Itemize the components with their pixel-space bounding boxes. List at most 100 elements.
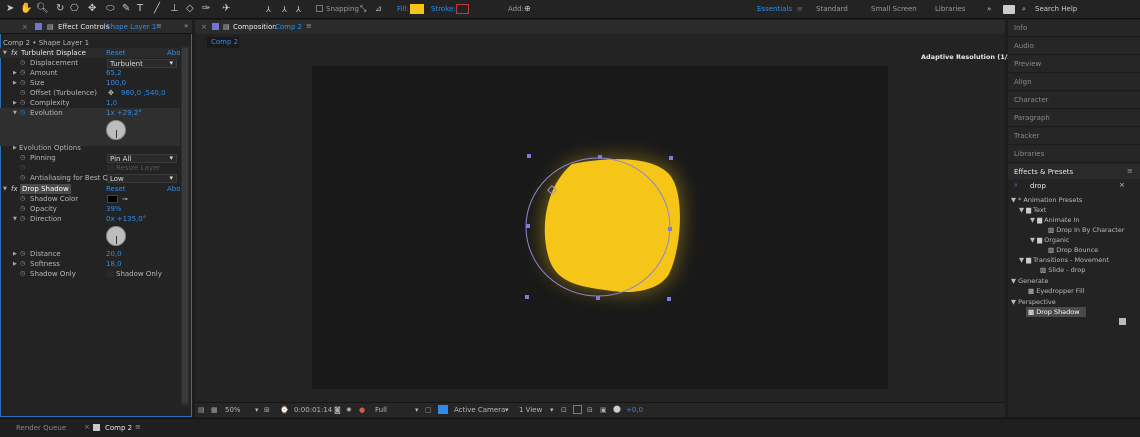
distance-value[interactable]: 20,0 (106, 249, 122, 259)
panel-libraries[interactable]: Libraries (1008, 146, 1140, 163)
expand-triangle-icon[interactable]: ▶ (13, 259, 17, 269)
tree-eyedropper-fill[interactable]: ▩ Eyedropper Fill (1028, 287, 1085, 295)
new-preset-icon[interactable] (1119, 318, 1126, 325)
panel-menu-icon[interactable]: ≡ (156, 22, 162, 30)
workspace-libraries[interactable]: Libraries (935, 5, 965, 13)
workspace-standard[interactable]: Standard (816, 5, 848, 13)
fill-label[interactable]: Fill: (397, 5, 409, 13)
toggle-3d-icon[interactable] (573, 405, 582, 414)
tree-generate[interactable]: ▼ Generate (1011, 277, 1048, 285)
direction-value[interactable]: 0x +135,0° (106, 214, 146, 224)
render-queue-tab[interactable]: Render Queue (16, 424, 66, 432)
tree-perspective[interactable]: ▼ Perspective (1011, 298, 1056, 306)
timecode-display[interactable]: 0:00:01:14 (294, 406, 332, 414)
tree-animate-in-folder[interactable]: ▼ ▆ Animate In (1030, 216, 1080, 224)
add-icon[interactable]: ⊕ (524, 4, 531, 13)
direction-dial[interactable] (106, 226, 126, 246)
show-channel-icon[interactable]: ● (359, 406, 365, 414)
collapse-triangle-icon[interactable]: ▼ (13, 108, 17, 118)
stopwatch-icon[interactable]: ◷ (20, 194, 25, 204)
search-help-icon[interactable]: ⌕ (1022, 5, 1026, 14)
panel-audio[interactable]: Audio (1008, 38, 1140, 55)
pen-tool-icon[interactable]: ✎ (122, 3, 130, 14)
collapse-triangle-icon[interactable]: ▼ (3, 184, 7, 194)
expand-triangle-icon[interactable]: ▶ (13, 78, 17, 88)
stopwatch-icon[interactable]: ◷ (20, 58, 25, 68)
snapping-options-icon[interactable]: ⊿ (375, 4, 382, 13)
axis-world-icon[interactable]: ⅄ (282, 5, 287, 14)
stopwatch-icon[interactable]: ◷ (20, 88, 25, 98)
effects-search-box[interactable]: ⌕ drop × (1008, 180, 1130, 192)
stopwatch-icon[interactable]: ◷ (20, 259, 25, 269)
snapping-checkbox[interactable] (316, 5, 323, 12)
panel-character[interactable]: Character (1008, 92, 1140, 109)
workspace-essentials[interactable]: Essentials (757, 5, 792, 13)
size-value[interactable]: 100,0 (106, 78, 126, 88)
zoom-dropdown[interactable]: 50% (225, 406, 241, 414)
rotate-tool-icon[interactable]: ↻ (56, 3, 64, 14)
drop-shadow-about-link[interactable]: Abo (167, 184, 181, 194)
effect-turbulent-displace[interactable]: ▼ fx Turbulent Displace Reset Abo (0, 48, 181, 58)
fill-color-swatch[interactable] (410, 4, 424, 14)
stopwatch-icon[interactable]: ◷ (20, 249, 25, 259)
stopwatch-icon[interactable]: ◷ (20, 204, 25, 214)
lock-tab-icon[interactable] (212, 23, 219, 30)
search-help-input[interactable]: Search Help (1035, 5, 1077, 13)
drop-shadow-reset-link[interactable]: Reset (106, 184, 126, 194)
evolution-value[interactable]: 1x +29,2° (106, 108, 142, 118)
comp-2-timeline-tab[interactable]: Comp 2 (105, 424, 132, 432)
type-tool-icon[interactable]: T (137, 3, 143, 14)
close-tab-icon[interactable]: × (201, 23, 207, 31)
lock-tab-icon[interactable] (35, 23, 42, 30)
turbulent-about-link[interactable]: Abo (167, 48, 181, 58)
shadow-color-swatch[interactable] (107, 195, 118, 203)
roto-brush-tool-icon[interactable]: ✑ (202, 3, 210, 14)
opacity-value[interactable]: 39% (106, 204, 122, 214)
workspace-overflow-icon[interactable]: » (987, 5, 991, 13)
antialiasing-dropdown[interactable]: Low (107, 174, 177, 183)
selection-tool-icon[interactable]: ➤ (6, 3, 14, 14)
effect-controls-title[interactable]: Effect Controls (58, 23, 109, 31)
collapse-triangle-icon[interactable]: ▼ (1030, 236, 1035, 244)
collapse-triangle-icon[interactable]: ▼ (1019, 206, 1024, 214)
stroke-label[interactable]: Stroke: (431, 5, 456, 13)
toggle-pixel-aspect-icon[interactable]: ⊡ (561, 406, 567, 414)
collapse-triangle-icon[interactable]: ▼ (1019, 256, 1024, 264)
shape-layer-svg[interactable] (312, 66, 888, 389)
stopwatch-icon[interactable]: ◷ (20, 269, 25, 279)
collapse-triangle-icon[interactable]: ▼ (1011, 298, 1016, 306)
offset-value[interactable]: 960,0 ,540,0 (121, 88, 166, 98)
panel-paragraph[interactable]: Paragraph (1008, 110, 1140, 127)
fx-icon[interactable]: fx (11, 184, 18, 194)
region-of-interest-icon[interactable]: ▦ (211, 406, 218, 414)
exposure-reset-icon[interactable]: ⬤ (613, 405, 621, 413)
fast-previews-icon[interactable]: ▢ (425, 406, 432, 414)
pan-behind-tool-icon[interactable]: ✥ (88, 3, 96, 14)
evolution-dial[interactable] (106, 120, 126, 140)
panel-overflow-icon[interactable]: » (184, 22, 188, 30)
stopwatch-icon[interactable]: ◷ (20, 173, 25, 183)
axis-view-icon[interactable]: ⅄ (296, 5, 301, 14)
workspace-menu-icon[interactable]: ≡ (797, 5, 803, 13)
collapse-triangle-icon[interactable]: ▼ (1011, 196, 1016, 204)
collapse-triangle-icon[interactable]: ▼ (1030, 216, 1035, 224)
displacement-dropdown[interactable]: Turbulent (107, 59, 177, 68)
tree-drop-bounce[interactable]: ▨ Drop Bounce (1048, 246, 1098, 254)
workspace-small-screen[interactable]: Small Screen (871, 5, 917, 13)
collapse-triangle-icon[interactable]: ▼ (13, 214, 17, 224)
camera-tool-icon[interactable]: ⎔ (70, 3, 79, 14)
camera-snapshot-icon[interactable]: ◙ (334, 406, 341, 414)
timeline-icon[interactable]: ▣ (600, 406, 607, 414)
shadow-only-checkbox[interactable] (107, 270, 114, 277)
effects-presets-header[interactable]: Effects & Presets ≡ (1008, 164, 1140, 179)
panel-preview[interactable]: Preview (1008, 56, 1140, 73)
composition-title[interactable]: Composition (233, 23, 277, 31)
snapping-expand-icon[interactable]: ⤡ (360, 4, 366, 14)
stopwatch-icon[interactable]: ◷ (20, 78, 25, 88)
crosshair-icon[interactable]: ✥ (108, 88, 114, 98)
tree-transitions-folder[interactable]: ▼ ▆ Transitions - Movement (1019, 256, 1109, 264)
exposure-value[interactable]: +0,0 (626, 406, 643, 414)
collapse-triangle-icon[interactable]: ▼ (1011, 277, 1016, 285)
eyedropper-icon[interactable]: ⊸ (122, 194, 128, 204)
shape-tool-icon[interactable]: ⬭ (106, 3, 115, 14)
